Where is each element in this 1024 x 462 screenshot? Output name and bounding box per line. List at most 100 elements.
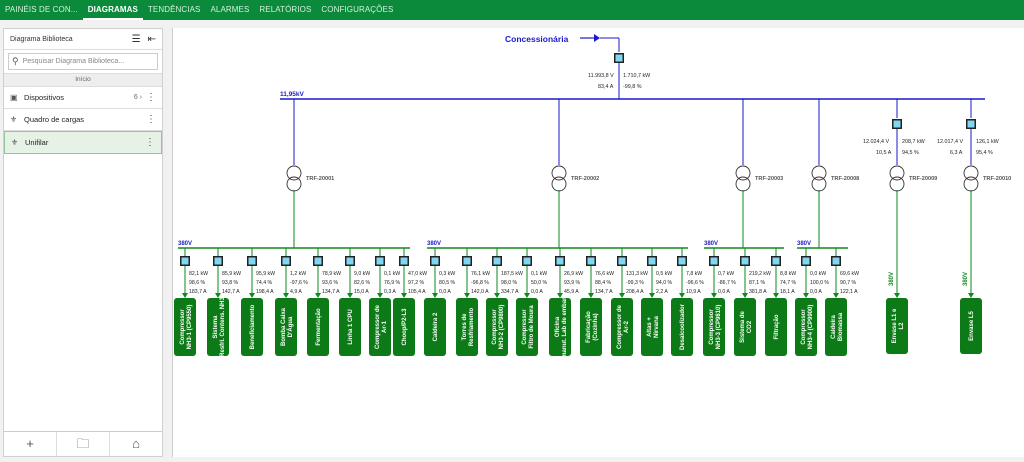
feeder-pf: 80,5 % xyxy=(439,280,456,286)
feeder-pf: 87,1 % xyxy=(749,280,766,286)
arrow-icon xyxy=(619,293,625,298)
feeder-pf: 97,2 % xyxy=(408,280,425,286)
arrow-icon xyxy=(249,293,255,298)
feeder-power: 131,3 kW xyxy=(626,271,648,277)
transformer-icon[interactable] xyxy=(286,165,302,181)
hv-bus-label: 11,95kV xyxy=(280,91,305,98)
feeder-power: 0,1 kW xyxy=(384,271,400,277)
transformer-label: TRF-20010 xyxy=(983,176,1011,182)
load-name: Filtração xyxy=(774,314,780,339)
meter-voltage: 12.017,4 V xyxy=(937,139,963,145)
load-name: CompressorNH3-2 (CP9800) xyxy=(492,305,505,350)
feeder-current: 0,0 A xyxy=(810,289,822,295)
feeder-pf: 93,8 % xyxy=(222,280,239,286)
meter-face-icon xyxy=(556,257,564,265)
meter-pf: 95,4 % xyxy=(976,150,993,156)
feeder-pf: -96,8 % xyxy=(471,280,489,286)
main-meter-pf: -99,8 % xyxy=(623,84,642,90)
meter-face-icon xyxy=(648,257,656,265)
load-name: Linha 1 CPU xyxy=(348,309,354,344)
meter-face-icon xyxy=(282,257,290,265)
feeder-current: 142,0 A xyxy=(471,289,489,295)
meter-face-icon xyxy=(431,257,439,265)
feeder-power: 7,8 kW xyxy=(686,271,702,277)
feeder-pf: 76,9 % xyxy=(384,280,401,286)
transformer-icon[interactable] xyxy=(735,165,751,181)
meter-face-icon xyxy=(523,257,531,265)
feeder-pf: 88,4 % xyxy=(595,280,612,286)
arrow-icon xyxy=(401,293,407,298)
load-name: Caldeira 2 xyxy=(433,312,439,341)
transformer-icon[interactable] xyxy=(963,165,979,181)
meter-face-icon xyxy=(618,257,626,265)
arrow-icon xyxy=(773,293,779,298)
lv-bus-label: 380V xyxy=(963,272,969,286)
arrow-icon xyxy=(432,293,438,298)
feeder-power: 82,1 kW xyxy=(189,271,208,277)
load-name: CompressorNH3-3 (CP9810) xyxy=(709,305,722,350)
feeder-current: 105,4 A xyxy=(408,289,426,295)
meter-face-icon xyxy=(893,120,901,128)
feeder-pf: 93,9 % xyxy=(564,280,581,286)
feeder-pf: 90,7 % xyxy=(840,280,857,286)
meter-power: 126,1 kW xyxy=(976,139,1000,145)
feeder-power: 187,5 kW xyxy=(501,271,523,277)
arrow-icon xyxy=(588,293,594,298)
feeder-current: 15,0 A xyxy=(354,289,369,295)
feeder-current: 134,7 A xyxy=(595,289,613,295)
feeder-power: 0,1 kW xyxy=(531,271,547,277)
feeder-current: 4,9 A xyxy=(290,289,302,295)
feeder-pf: 94,0 % xyxy=(656,280,673,286)
arrow-icon xyxy=(377,293,383,298)
feeder-pf: 74,7 % xyxy=(780,280,797,286)
transformer-label: TRF-20001 xyxy=(306,176,334,182)
feeder-pf: -86,7 % xyxy=(718,280,736,286)
meter-face-icon xyxy=(400,257,408,265)
meter-face-icon xyxy=(214,257,222,265)
main-meter-power: 1.710,7 kW xyxy=(623,73,651,79)
transformer-icon[interactable] xyxy=(551,165,567,181)
meter-face-icon xyxy=(710,257,718,265)
meter-face-icon xyxy=(741,257,749,265)
feeder-power: 0,3 kW xyxy=(439,271,455,277)
meter-face-icon xyxy=(376,257,384,265)
meter-face-icon xyxy=(678,257,686,265)
transformer-icon[interactable] xyxy=(889,165,905,181)
meter-voltage: 12.024,4 V xyxy=(863,139,889,145)
feeder-current: 381,8 A xyxy=(749,289,767,295)
arrow-icon xyxy=(649,293,655,298)
load-name: Envase L5 xyxy=(969,310,975,340)
transformer-icon[interactable] xyxy=(811,165,827,181)
arrow-icon xyxy=(347,293,353,298)
feeder-power: 76,6 kW xyxy=(595,271,614,277)
arrow-icon xyxy=(494,293,500,298)
meter-face-icon xyxy=(587,257,595,265)
load-name: Fabricação(Cozinha) xyxy=(586,311,599,343)
source-label: Concessionária xyxy=(505,34,569,44)
load-name: Fermentação xyxy=(316,308,322,346)
meter-face-icon xyxy=(802,257,810,265)
feeder-current: 18,1 A xyxy=(780,289,795,295)
feeder-current: 45,9 A xyxy=(564,289,579,295)
feeder-pf: -97,6 % xyxy=(290,280,308,286)
arrow-icon xyxy=(182,293,188,298)
feeder-current: 208,4 A xyxy=(626,289,644,295)
feeder-current: 183,7 A xyxy=(189,289,207,295)
transformer-label: TRF-20002 xyxy=(571,176,599,182)
meter-current: 10,5 A xyxy=(876,150,892,156)
lv-bus-label: 380V xyxy=(797,241,811,247)
main-meter-voltage: 11.993,8 V xyxy=(588,73,614,79)
lv-bus-label: 380V xyxy=(427,241,441,247)
feeder-current: 0,0 A xyxy=(531,289,543,295)
feeder-pf: 98,0 % xyxy=(501,280,518,286)
feeder-power: 78,9 kW xyxy=(322,271,341,277)
load-name: Desalcoolizador xyxy=(680,303,686,350)
meter-current: 6,3 A xyxy=(950,150,963,156)
meter-face-icon xyxy=(181,257,189,265)
feeder-power: 9,0 kW xyxy=(354,271,370,277)
load-name: CompressorNH3-1 (CP9550) xyxy=(180,305,193,350)
source-arrow-icon xyxy=(594,34,600,42)
feeder-power: 85,9 kW xyxy=(222,271,241,277)
feeder-current: 142,7 A xyxy=(222,289,240,295)
transformer-label: TRF-20003 xyxy=(755,176,783,182)
